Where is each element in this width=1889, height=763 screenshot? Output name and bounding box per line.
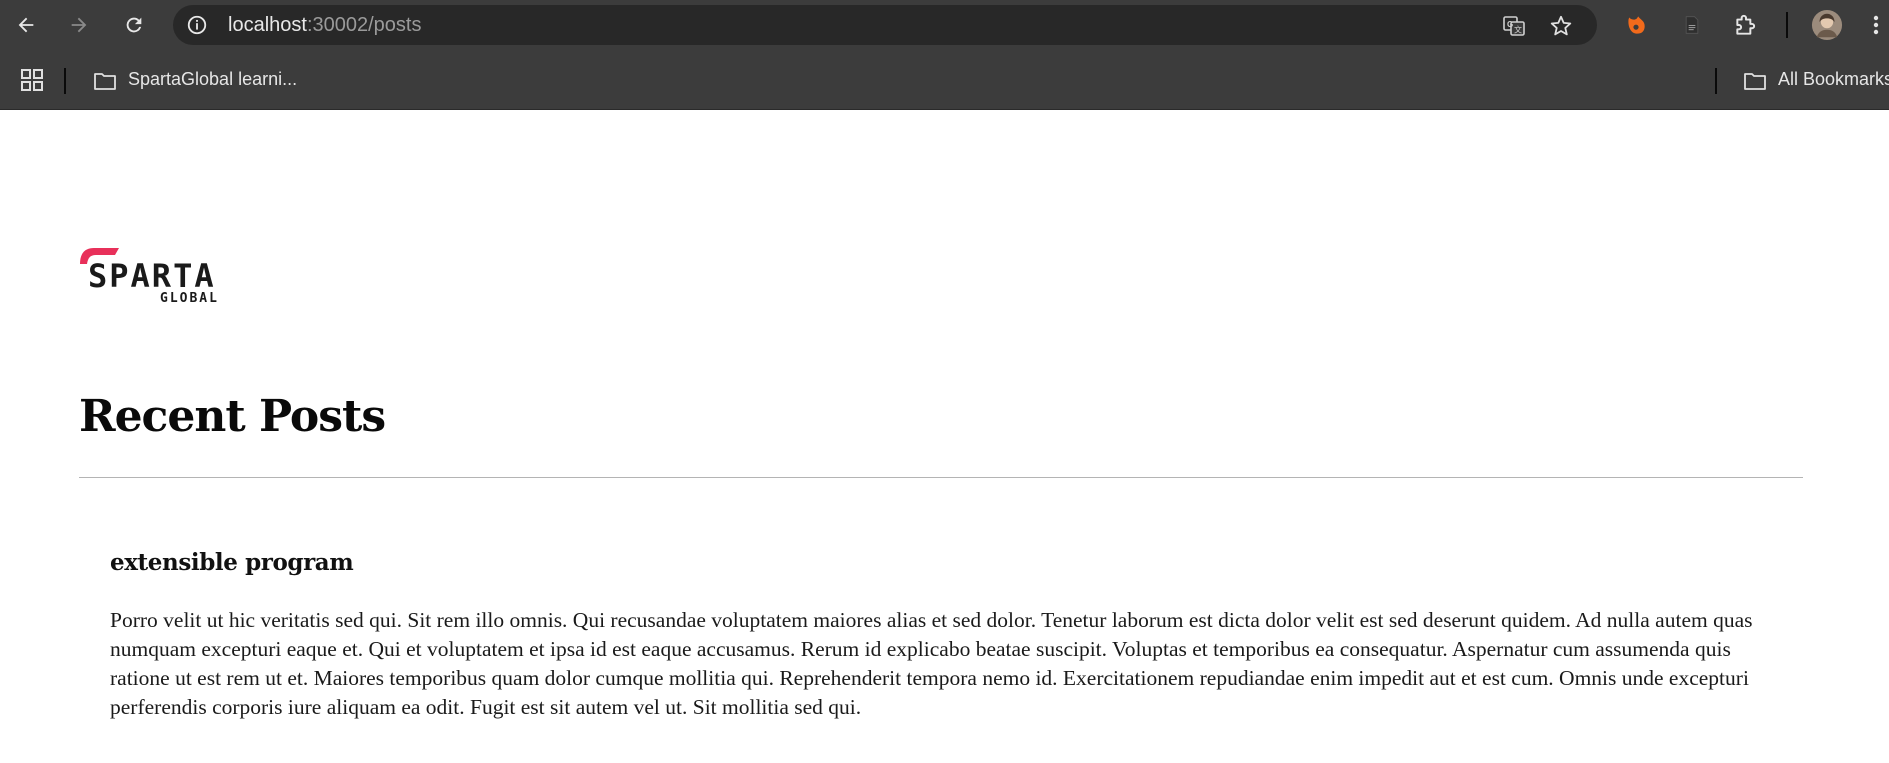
document-extension-button[interactable] <box>1677 10 1707 40</box>
logo-mark: SPARTA GLOBAL <box>80 248 219 306</box>
apps-grid-icon <box>21 69 43 91</box>
more-menu-icon <box>1873 15 1879 35</box>
translate-button[interactable]: G 文 <box>1501 13 1527 39</box>
page-title: Recent Posts <box>79 391 386 442</box>
back-icon <box>18 17 34 33</box>
logo-wordmark: SPARTA <box>88 257 216 295</box>
address-bar[interactable]: localhost:30002/posts G 文 <box>173 5 1597 45</box>
document-icon <box>1685 16 1699 34</box>
puzzle-icon <box>1736 14 1756 35</box>
bookmark-folder-spartaglobal[interactable]: SpartaGlobal learni... <box>90 58 300 102</box>
site-info-button[interactable] <box>185 13 209 37</box>
svg-text:文: 文 <box>1514 25 1522 35</box>
toolbar-divider <box>1786 12 1788 38</box>
star-icon <box>1550 15 1572 36</box>
folder-icon <box>94 73 116 90</box>
profile-button[interactable] <box>1810 8 1844 42</box>
all-bookmarks-button[interactable]: All Bookmarks <box>1740 58 1889 102</box>
sparta-global-logo[interactable]: SPARTA GLOBAL <box>78 244 234 306</box>
extension-icon <box>1628 16 1645 34</box>
logo-subtitle: GLOBAL <box>160 291 219 304</box>
bookmarks-bar: SpartaGlobal learni... All Bookmarks <box>0 50 1889 110</box>
post-body: Porro velit ut hic veritatis sed qui. Si… <box>110 608 1753 719</box>
forward-button[interactable] <box>63 9 95 41</box>
url-path: :30002/posts <box>306 14 422 36</box>
post-title: extensible program <box>110 549 354 576</box>
all-bookmarks-label: All Bookmarks <box>1778 69 1889 89</box>
forward-icon <box>71 17 87 33</box>
bookmarks-divider <box>64 68 66 94</box>
extensions-menu-button[interactable] <box>1731 10 1761 40</box>
site-info-icon <box>187 15 207 35</box>
reload-button[interactable] <box>118 9 150 41</box>
avatar <box>1811 9 1843 41</box>
folder-icon <box>1744 73 1766 90</box>
browser-toolbar: localhost:30002/posts G 文 <box>0 0 1889 50</box>
bookmark-folder-label: SpartaGlobal learni... <box>128 69 298 89</box>
more-menu-button[interactable] <box>1866 10 1886 40</box>
bookmarks-divider-right <box>1715 68 1717 94</box>
title-divider <box>79 477 1803 478</box>
back-button[interactable] <box>10 9 42 41</box>
reload-icon <box>126 17 142 33</box>
extension-button[interactable] <box>1621 10 1651 40</box>
svg-text:G: G <box>1507 20 1513 29</box>
translate-icon: G 文 <box>1503 16 1525 36</box>
bookmark-star-button[interactable] <box>1548 13 1574 39</box>
url-text[interactable]: localhost:30002/posts <box>228 14 421 36</box>
apps-button[interactable] <box>20 68 44 92</box>
url-host: localhost <box>228 14 307 36</box>
page-content: SPARTA GLOBAL Recent Posts extensible pr… <box>0 111 1889 763</box>
post-item: extensible program Porro velit ut hic ve… <box>110 549 1760 722</box>
